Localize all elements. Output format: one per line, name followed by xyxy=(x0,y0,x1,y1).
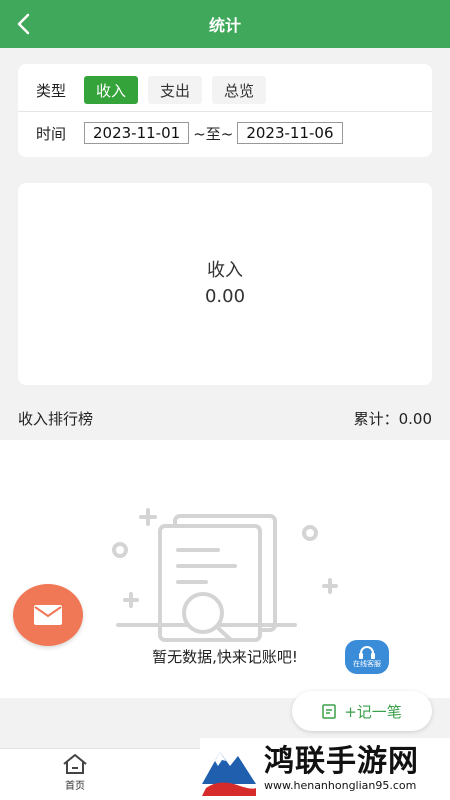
summary-value: 0.00 xyxy=(204,286,246,307)
empty-document-icon xyxy=(112,508,338,642)
add-record-label: +记一笔 xyxy=(344,702,402,721)
divider xyxy=(18,111,432,112)
tab-income[interactable]: 收入 xyxy=(84,76,139,104)
back-button[interactable] xyxy=(8,8,40,40)
headset-icon xyxy=(359,645,375,659)
summary-card: 收入 0.00 xyxy=(18,183,432,385)
summary-title: 收入 xyxy=(207,260,243,281)
ranking-title: 收入排行榜 xyxy=(18,409,94,428)
note-edit-icon xyxy=(322,704,336,719)
site-watermark: 鸿联手游网 www.henanhonglian95.com xyxy=(200,738,450,800)
home-icon xyxy=(63,754,87,774)
range-separator: ~至~ xyxy=(193,124,234,143)
start-date-field[interactable]: 2023-11-01 xyxy=(84,122,190,144)
mail-button[interactable] xyxy=(13,584,83,646)
ranking-total: 累计：0.00 xyxy=(353,409,432,428)
chevron-left-icon xyxy=(17,13,30,35)
tab-home[interactable]: 首页 xyxy=(50,753,100,792)
ranking-header: 收入排行榜 累计：0.00 xyxy=(0,400,450,436)
filter-card: 类型 收入 支出 总览 时间 2023-11-01 ~至~ 2023-11-06 xyxy=(18,64,432,157)
end-date-field[interactable]: 2023-11-06 xyxy=(237,122,343,144)
app-header: 统计 xyxy=(0,0,450,48)
type-row: 类型 收入 支出 总览 xyxy=(18,72,432,108)
type-label: 类型 xyxy=(36,81,67,100)
customer-service-label: 在线客服 xyxy=(353,659,381,668)
page-title: 统计 xyxy=(208,16,241,35)
time-label: 时间 xyxy=(36,124,67,143)
tab-expense[interactable]: 支出 xyxy=(148,76,203,104)
time-row: 时间 2023-11-01 ~至~ 2023-11-06 xyxy=(18,118,432,148)
watermark-logo xyxy=(202,752,256,796)
tab-overview[interactable]: 总览 xyxy=(212,76,267,104)
add-record-button[interactable]: +记一笔 xyxy=(292,691,432,731)
watermark-title: 鸿联手游网 xyxy=(264,744,419,779)
watermark-url: www.henanhonglian95.com xyxy=(264,779,417,792)
tab-home-label: 首页 xyxy=(65,781,85,792)
envelope-icon xyxy=(34,605,62,625)
customer-service-button[interactable]: 在线客服 xyxy=(345,640,389,674)
